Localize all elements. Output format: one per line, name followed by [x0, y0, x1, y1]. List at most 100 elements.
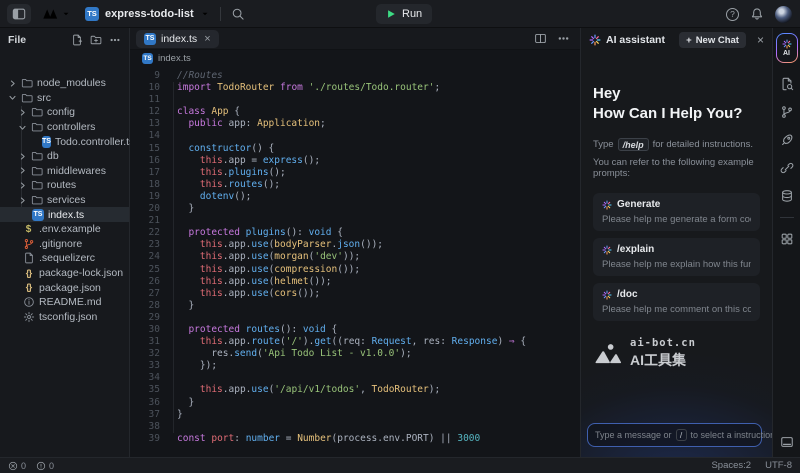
doc-search-icon[interactable] — [780, 77, 794, 91]
code-line-34: 34 — [130, 372, 580, 384]
tree-item-label: db — [47, 150, 59, 162]
greeting-heading: Hey How Can I Help You? — [593, 84, 760, 124]
grid-icon[interactable] — [780, 232, 794, 246]
new-folder-icon[interactable] — [90, 34, 102, 46]
project-selector[interactable]: TS express-todo-list — [85, 7, 210, 21]
folder-icon — [31, 106, 43, 118]
line-number: 9 — [130, 70, 160, 82]
line-number: 19 — [130, 191, 160, 203]
toggle-bottom-panel-icon[interactable] — [780, 435, 794, 449]
project-name: express-todo-list — [105, 8, 194, 20]
code-line-18: 18 this.routes(); — [130, 179, 580, 191]
code-line-10: 10import TodoRouter from './routes/Todo.… — [130, 82, 580, 94]
prompt-card--explain[interactable]: /explainPlease help me explain how this … — [593, 238, 760, 276]
strip-icons — [773, 77, 800, 246]
split-editor-icon[interactable] — [534, 32, 547, 45]
prompt-description: Please help me comment on this code. — [602, 304, 751, 315]
errors-indicator[interactable]: 0 — [8, 461, 26, 471]
status-bar: 0 0 Spaces:2 UTF-8 — [0, 457, 800, 473]
tree-item--env-example[interactable]: $.env.example — [0, 222, 129, 237]
tree-item-label: README.md — [39, 296, 101, 308]
git-branch-icon[interactable] — [780, 105, 794, 119]
marscode-logo-icon[interactable] — [41, 7, 61, 21]
explorer-title: File — [8, 34, 26, 46]
code-line-14: 14 — [130, 130, 580, 142]
chevron-right-icon — [18, 166, 27, 175]
tree-item-label: config — [47, 106, 75, 118]
chat-input[interactable]: Type a message or / to select a instruct… — [587, 423, 762, 447]
prompt-title: /explain — [617, 244, 654, 255]
tree-item-config[interactable]: config — [0, 105, 129, 120]
tree-item-package-lock-json[interactable]: {}package-lock.json — [0, 266, 129, 281]
tree-item-services[interactable]: services — [0, 193, 129, 208]
help-icon[interactable]: ? — [726, 8, 739, 21]
line-number: 22 — [130, 227, 160, 239]
more-actions-icon[interactable] — [109, 34, 121, 46]
code-line-25: 25 this.app.use(compression()); — [130, 264, 580, 276]
tree-item-label: .sequelizerc — [39, 252, 95, 264]
prompt-card--doc[interactable]: /doc Please help me comment on this code. — [593, 283, 760, 321]
tree-item-routes[interactable]: routes — [0, 178, 129, 193]
code-line-16: 16 this.app = express(); — [130, 155, 580, 167]
code-lines: 9//Routes10import TodoRouter from './rou… — [130, 70, 580, 445]
line-number: 27 — [130, 288, 160, 300]
tree-item-index-ts[interactable]: TSindex.ts — [0, 207, 129, 222]
tree-item-db[interactable]: db — [0, 149, 129, 164]
tree-item-label: node_modules — [37, 77, 106, 89]
warnings-indicator[interactable]: 0 — [36, 461, 54, 471]
folder-icon — [21, 92, 33, 104]
tree-item-readme-md[interactable]: README.md — [0, 295, 129, 310]
line-number: 21 — [130, 215, 160, 227]
tree-item-tsconfig-json[interactable]: tsconfig.json — [0, 310, 129, 325]
line-number: 30 — [130, 324, 160, 336]
ai-tab-button[interactable]: AI — [776, 33, 798, 63]
tree-item-middlewares[interactable]: middlewares — [0, 164, 129, 179]
tab-close-icon[interactable]: × — [204, 33, 210, 45]
chevron-right-icon — [18, 108, 27, 117]
rocket-icon[interactable] — [780, 133, 794, 147]
logo-chevron-down-icon[interactable] — [61, 9, 71, 19]
tab-index-ts[interactable]: TS index.ts × — [136, 30, 219, 48]
user-avatar[interactable] — [775, 6, 792, 23]
tree-item-src[interactable]: src — [0, 91, 129, 106]
spaces-indicator[interactable]: Spaces:2 — [711, 460, 751, 471]
prompt-title: Generate — [617, 199, 660, 210]
folder-icon — [31, 121, 43, 133]
code-line-28: 28 } — [130, 300, 580, 312]
tree-item--sequelizerc[interactable]: .sequelizerc — [0, 251, 129, 266]
prompt-card-generate[interactable]: GeneratePlease help me generate a form c… — [593, 193, 760, 231]
code-line-12: 12class App { — [130, 106, 580, 118]
chevron-right-icon — [18, 181, 27, 190]
code-line-21: 21 — [130, 215, 580, 227]
prompt-sparkle-icon — [602, 200, 612, 210]
sidebar-toggle-button[interactable] — [7, 4, 31, 24]
tree-item-todo-controller-ts[interactable]: TSTodo.controller.ts — [0, 134, 129, 149]
run-button[interactable]: Run — [376, 4, 432, 24]
breadcrumb-ts-badge: TS — [142, 53, 153, 64]
tree-item-package-json[interactable]: {}package.json — [0, 280, 129, 295]
code-line-37: 37} — [130, 409, 580, 421]
database-icon[interactable] — [780, 189, 794, 203]
chevron-right-icon — [8, 79, 17, 88]
line-number: 14 — [130, 130, 160, 142]
editor-more-icon[interactable] — [557, 32, 570, 45]
sidebar-layout-icon — [12, 7, 26, 21]
breadcrumb[interactable]: TS index.ts — [130, 50, 580, 66]
code-editor[interactable]: 9//Routes10import TodoRouter from './rou… — [130, 66, 580, 457]
bell-icon[interactable] — [750, 7, 764, 21]
search-icon[interactable] — [231, 7, 245, 21]
tree-item--gitignore[interactable]: .gitignore — [0, 237, 129, 252]
json-file-icon: {} — [22, 268, 35, 279]
new-file-icon[interactable] — [71, 34, 83, 46]
tree-item-label: .env.example — [39, 223, 101, 235]
tree-item-controllers[interactable]: controllers — [0, 120, 129, 135]
line-number: 32 — [130, 348, 160, 360]
link-icon[interactable] — [780, 161, 794, 175]
tree-item-node-modules[interactable]: node_modules — [0, 76, 129, 91]
close-panel-icon[interactable]: × — [757, 33, 764, 47]
prompt-title: /doc — [617, 289, 638, 300]
line-number: 29 — [130, 312, 160, 324]
new-chat-button[interactable]: + New Chat — [679, 32, 746, 48]
line-number: 36 — [130, 397, 160, 409]
encoding-indicator[interactable]: UTF-8 — [765, 460, 792, 471]
